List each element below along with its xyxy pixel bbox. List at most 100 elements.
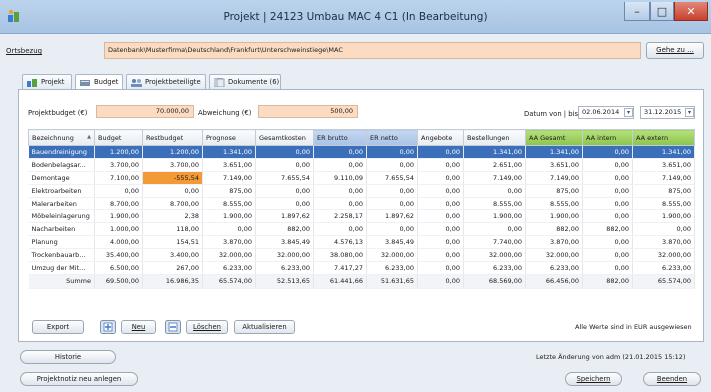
table-cell: 0,00: [463, 222, 526, 237]
tab-projekt-label: Projekt: [41, 78, 65, 86]
table-cell: 882,00: [582, 222, 633, 237]
table-cell: Bodenbelagsar...: [28, 158, 95, 172]
table-row[interactable]: Malerarbeiten 8.700,00 8.700,00 8.555,00 0,0…: [28, 197, 695, 211]
close-window-button[interactable]: ✕: [674, 2, 708, 21]
tab-budget-label: Budget: [94, 78, 119, 86]
table-cell: 8.555,00: [525, 197, 583, 211]
table-row[interactable]: Möbeleinlagerung 1.900,00 2,38 1.900,00 1.89…: [28, 209, 695, 224]
date-from-dropdown[interactable]: ▾: [624, 108, 633, 117]
date-from-value: 02.06.2014: [582, 108, 620, 116]
delete-button[interactable]: Löschen: [165, 320, 228, 334]
table-cell: 0,00: [142, 184, 203, 198]
table-cell: 1.200,00: [94, 145, 143, 159]
table-cell: 32.000,00: [463, 248, 526, 263]
column-header[interactable]: Restbudget: [142, 129, 203, 146]
participants-icon: [131, 79, 142, 87]
table-cell: 7.100,00: [94, 171, 143, 185]
table-cell: 1.900,00: [463, 209, 526, 224]
table-row[interactable]: Planung 4.000,00 154,51 3.870,00 3.845,49 4.5…: [28, 235, 695, 250]
save-button[interactable]: Speichern: [565, 372, 622, 386]
column-header[interactable]: Budget: [94, 129, 143, 146]
table-cell: 32.000,00: [202, 248, 256, 263]
table-cell: 8.555,00: [202, 197, 256, 211]
location-path-field[interactable]: Datenbank\Musterfirma\Deutschland\Frankf…: [104, 42, 641, 59]
tab-projekt[interactable]: Projekt: [22, 74, 72, 90]
date-range-label: Datum von | bis: [524, 110, 578, 118]
project-budget-field[interactable]: 70.000,00: [96, 105, 194, 118]
table-row[interactable]: Trockenbauarb... 35.400,00 3.400,00 32.000,…: [28, 248, 695, 263]
table-cell: 0,00: [417, 158, 464, 172]
new-button-label: Neu: [131, 323, 146, 331]
table-cell: 3.651,00: [525, 158, 583, 172]
minimize-button[interactable]: –: [624, 2, 650, 21]
sum-cell: 68.569,00: [463, 273, 526, 289]
table-cell: 1.897,62: [255, 209, 314, 224]
deviation-label: Abweichung (€): [198, 109, 252, 117]
new-button[interactable]: Neu: [100, 320, 156, 334]
table-cell: 3.651,00: [632, 158, 695, 172]
table-cell: 6.233,00: [525, 261, 583, 275]
history-button[interactable]: Historie: [20, 350, 116, 364]
column-header-label: ER netto: [370, 133, 398, 142]
goto-button[interactable]: Gehe zu ...: [646, 42, 704, 59]
table-cell: 3.700,00: [142, 158, 203, 172]
close-button[interactable]: Beenden: [643, 372, 701, 386]
column-header[interactable]: Angebote: [417, 129, 464, 146]
tab-projektbeteiligte-label: Projektbeteiligte: [145, 78, 201, 86]
table-cell: 0,00: [582, 145, 633, 159]
table-cell: 7.149,00: [525, 171, 583, 185]
table-cell: 0,00: [255, 145, 314, 159]
sum-cell: 69.500,00: [94, 273, 143, 289]
column-header[interactable]: ER netto: [366, 129, 418, 146]
column-header[interactable]: AA Gesamt: [525, 129, 583, 146]
table-cell: 1.341,00: [632, 145, 695, 159]
table-cell: 7.655,54: [255, 171, 314, 185]
deviation-field[interactable]: 500,00: [258, 105, 358, 118]
table-cell: 7.740,00: [463, 235, 526, 250]
table-cell: 0,00: [582, 261, 633, 275]
column-header-label: ER brutto: [317, 133, 348, 142]
table-cell: 0,00: [313, 197, 367, 211]
export-button[interactable]: Export: [32, 320, 84, 334]
table-cell: 6.500,00: [94, 261, 143, 275]
column-header[interactable]: Bestellungen: [463, 129, 526, 146]
column-header[interactable]: AA extern: [632, 129, 695, 146]
table-row[interactable]: Demontage 7.100,00 -555,54 7.149,00 7.655,54…: [28, 171, 695, 185]
table-cell: 0,00: [582, 209, 633, 224]
table-cell: 1.900,00: [94, 209, 143, 224]
table-cell: 0,00: [255, 197, 314, 211]
table-cell: Planung: [28, 235, 95, 250]
table-cell: 38.080,00: [313, 248, 367, 263]
table-row[interactable]: Umzug der Mit... 6.500,00 267,00 6.233,00 6.…: [28, 261, 695, 275]
table-row[interactable]: Elektroarbeiten 0,00 0,00 875,00 0,00 0,00 0,0…: [28, 184, 695, 198]
table-cell: 875,00: [202, 184, 256, 198]
table-cell: 0,00: [417, 197, 464, 211]
new-project-note-button[interactable]: Projektnotiz neu anlegen: [20, 372, 138, 386]
column-header[interactable]: Prognose: [202, 129, 256, 146]
table-cell: 1.341,00: [525, 145, 583, 159]
table-cell: 6.233,00: [255, 261, 314, 275]
table-cell: 0,00: [582, 197, 633, 211]
column-header[interactable]: AA intern: [582, 129, 633, 146]
column-header[interactable]: Bezeichnung ▲: [28, 129, 95, 146]
location-label: Ortsbezug: [6, 47, 43, 55]
table-row[interactable]: Bauendreinigung 1.200,00 1.200,00 1.341,00 0…: [28, 145, 695, 159]
column-header[interactable]: ER brutto: [313, 129, 367, 146]
refresh-button[interactable]: Aktualisieren: [234, 320, 295, 334]
maximize-button[interactable]: □: [650, 2, 674, 21]
table-cell: 7.417,27: [313, 261, 367, 275]
column-header[interactable]: Gesamtkosten: [255, 129, 314, 146]
tab-dokumente[interactable]: Dokumente (6): [209, 74, 281, 90]
table-cell: 8.700,00: [94, 197, 143, 211]
table-cell: 4.576,13: [313, 235, 367, 250]
table-row[interactable]: Bodenbelagsar... 3.700,00 3.700,00 3.651,00…: [28, 158, 695, 172]
table-cell: 875,00: [632, 184, 695, 198]
tab-projektbeteiligte[interactable]: Projektbeteiligte: [126, 74, 206, 90]
table-cell: 0,00: [582, 184, 633, 198]
table-cell: Bauendreinigung: [28, 145, 95, 159]
project-budget-label: Projektbudget (€): [28, 109, 88, 117]
date-to-dropdown[interactable]: ▾: [685, 108, 694, 117]
sum-cell: 882,00: [582, 273, 633, 289]
table-row[interactable]: Nacharbeiten 1.000,00 118,00 0,00 882,00 0,00…: [28, 222, 695, 237]
table-cell: 0,00: [366, 222, 418, 237]
